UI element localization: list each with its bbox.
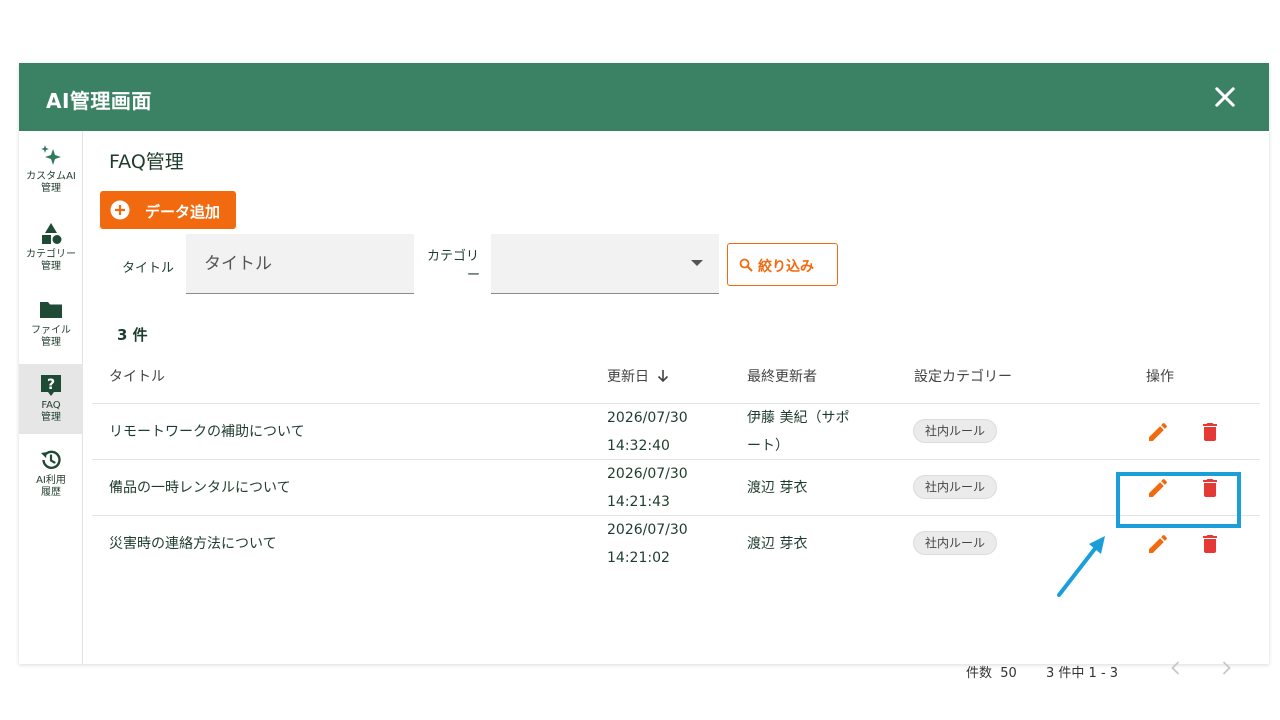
delete-icon[interactable] — [1198, 532, 1222, 556]
row-title[interactable]: 災害時の連絡方法について — [109, 530, 277, 558]
column-header-actions: 操作 — [1146, 369, 1174, 385]
category-badge: 社内ルール — [913, 531, 998, 555]
dropdown-caret-icon — [691, 260, 703, 266]
row-time: 14:32:40 — [607, 438, 670, 454]
column-header-category[interactable]: 設定カテゴリー — [914, 366, 1012, 386]
add-data-button[interactable]: データ追加 — [100, 191, 236, 229]
category-badge: 社内ルール — [913, 419, 998, 443]
sidebar-item-label: ファイル 管理 — [31, 325, 71, 348]
close-icon[interactable] — [1211, 83, 1239, 111]
sidebar-item-label: カテゴリー 管理 — [26, 249, 76, 272]
row-time: 14:21:43 — [607, 494, 670, 510]
row-updater: 渡辺 芽衣 — [747, 480, 808, 496]
main-content: FAQ管理 データ追加 タイトル カテゴリ ー 絞り込み 3 件 タイトル — [83, 131, 1269, 681]
sidebar-item-faq[interactable]: ? FAQ 管理 — [19, 364, 83, 434]
title-filter-input[interactable] — [186, 234, 414, 294]
sidebar-item-category[interactable]: カテゴリー 管理 — [19, 215, 83, 285]
edit-icon[interactable] — [1146, 532, 1170, 556]
row-date: 2026/07/30 — [607, 410, 688, 426]
column-header-updated[interactable]: 更新日 — [607, 366, 669, 386]
delete-icon[interactable] — [1198, 420, 1222, 444]
sidebar-item-label: AI利用 履歴 — [36, 475, 66, 498]
sidebar-item-label: FAQ 管理 — [41, 400, 61, 423]
page-title: FAQ管理 — [109, 151, 184, 173]
sidebar-item-ai-history[interactable]: AI利用 履歴 — [19, 439, 83, 509]
sidebar-item-label: カスタムAI 管理 — [26, 171, 76, 194]
chevron-right-icon[interactable] — [1216, 658, 1236, 678]
category-filter-label: カテゴリ ー — [427, 249, 481, 283]
sidebar-item-file[interactable]: ファイル 管理 — [19, 291, 83, 361]
table-row[interactable]: 備品の一時レンタルについて 2026/07/30 14:21:43 渡辺 芽衣 … — [92, 459, 1260, 515]
table-row[interactable]: リモートワークの補助について 2026/07/30 14:32:40 伊藤 美紀… — [92, 403, 1260, 459]
add-circle-icon — [110, 200, 130, 220]
folder-icon — [40, 302, 62, 318]
modal-title: AI管理画面 — [46, 89, 152, 113]
row-updater: 渡辺 芽衣 — [747, 536, 808, 552]
filter-button-label: 絞り込み — [758, 259, 814, 275]
ai-admin-modal: AI管理画面 カスタムAI 管理 カテゴリー 管理 ファイル 管理 ? FAQ … — [19, 63, 1269, 681]
help-icon: ? — [41, 375, 61, 396]
filter-button[interactable]: 絞り込み — [727, 243, 838, 286]
search-icon — [739, 258, 753, 272]
page-range: 3 件中 1 - 3 — [1046, 666, 1119, 681]
column-header-title[interactable]: タイトル — [109, 366, 165, 386]
row-date: 2026/07/30 — [607, 466, 688, 482]
row-updater: 伊藤 美紀（サポ — [747, 410, 850, 426]
column-header-updater[interactable]: 最終更新者 — [747, 366, 817, 386]
page-size[interactable]: 件数 50 — [966, 662, 1017, 681]
annotation-arrow-icon — [1057, 536, 1105, 597]
category-badge: 社内ルール — [913, 475, 998, 499]
modal-header: AI管理画面 — [19, 63, 1269, 131]
row-title[interactable]: リモートワークの補助について — [109, 418, 305, 446]
history-icon — [41, 450, 61, 469]
actions-highlight-box — [1116, 472, 1241, 528]
sidebar: カスタムAI 管理 カテゴリー 管理 ファイル 管理 ? FAQ 管理 AI利用… — [19, 131, 83, 664]
row-title[interactable]: 備品の一時レンタルについて — [109, 474, 291, 502]
result-count: 3 件 — [117, 326, 148, 344]
arrow-down-icon — [658, 370, 669, 383]
sparkle-icon — [41, 145, 61, 165]
add-data-label: データ追加 — [145, 203, 221, 221]
row-date: 2026/07/30 — [607, 522, 688, 538]
edit-icon[interactable] — [1146, 420, 1170, 444]
sidebar-item-custom-ai[interactable]: カスタムAI 管理 — [19, 139, 83, 209]
shapes-icon — [42, 223, 62, 244]
row-updater-cont: ート） — [747, 438, 789, 454]
title-filter-label: タイトル — [122, 261, 175, 276]
svg-text:?: ? — [47, 377, 55, 393]
category-select[interactable] — [491, 234, 719, 294]
chevron-left-icon[interactable] — [1166, 658, 1186, 678]
row-time: 14:21:02 — [607, 550, 670, 566]
